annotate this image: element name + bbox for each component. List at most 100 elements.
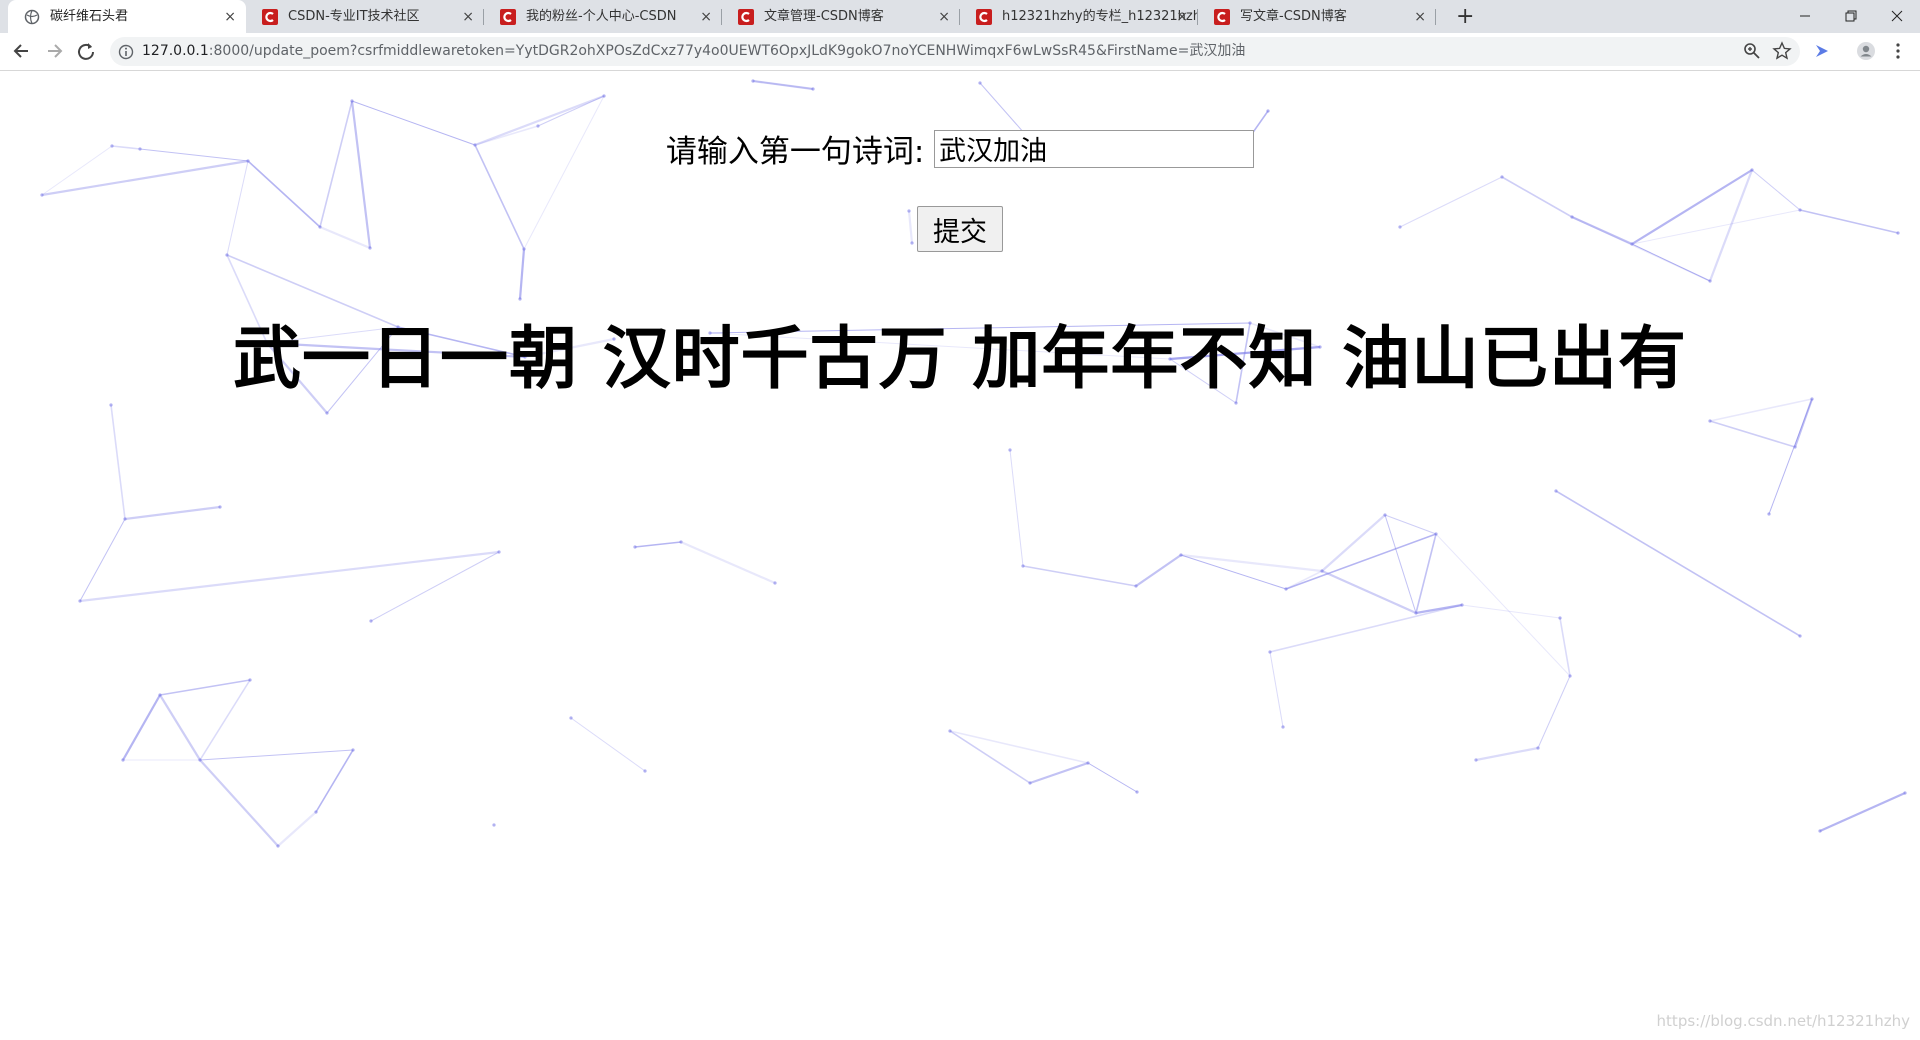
network-node <box>1414 611 1418 615</box>
network-node <box>1708 419 1712 423</box>
network-line <box>949 730 1031 784</box>
network-line <box>1135 554 1182 587</box>
network-node <box>522 247 526 251</box>
page-content: 请输入第一句诗词: 提交 武一日一朝 汉时千古万 加年年不知 油山已出有 htt… <box>0 71 1920 1040</box>
network-node <box>368 246 372 250</box>
info-icon[interactable] <box>118 44 134 60</box>
network-line <box>159 679 251 696</box>
close-icon <box>1891 10 1903 22</box>
watermark: https://blog.csdn.net/h12321hzhy <box>1656 1012 1910 1030</box>
poem-input-label: 请输入第一句诗词: <box>665 134 925 170</box>
close-tab-icon[interactable]: × <box>462 0 474 33</box>
network-line <box>518 248 526 300</box>
network-node <box>1798 634 1802 638</box>
network-node <box>569 716 573 720</box>
network-node <box>1500 175 1504 179</box>
network-node <box>318 225 322 229</box>
network-node <box>978 81 982 85</box>
network-line <box>1029 761 1089 785</box>
network-node <box>1903 791 1907 795</box>
network-line <box>1321 514 1386 572</box>
network-node <box>751 79 755 83</box>
url-text[interactable]: 127.0.0.1:8000/update_poem?csrfmiddlewar… <box>142 37 1245 66</box>
close-window-button[interactable] <box>1874 0 1920 33</box>
csdn-logo-icon <box>976 9 992 25</box>
network-node <box>633 545 637 549</box>
network-line <box>537 95 605 127</box>
reload-icon[interactable] <box>72 37 100 65</box>
address-bar[interactable]: 127.0.0.1:8000/update_poem?csrfmiddlewar… <box>110 37 1800 66</box>
forward-icon[interactable] <box>40 37 68 65</box>
network-line <box>226 160 249 256</box>
network-line <box>1709 420 1796 448</box>
network-node <box>225 253 229 257</box>
network-node <box>1028 781 1032 785</box>
network-line <box>1399 176 1503 228</box>
network-line <box>1751 169 1801 211</box>
network-line <box>1631 209 1801 245</box>
minimize-button[interactable] <box>1782 0 1828 33</box>
network-node <box>948 729 952 733</box>
network-line <box>277 811 317 847</box>
network-node <box>1320 569 1324 573</box>
menu-kebab-icon[interactable] <box>1888 41 1908 61</box>
network-node <box>276 844 280 848</box>
tab-title: 碳纤维石头君 <box>50 9 129 24</box>
network-node <box>518 297 522 301</box>
network-node <box>1383 513 1387 517</box>
network-line <box>949 730 1089 764</box>
network-line <box>124 505 221 521</box>
network-node <box>811 87 815 91</box>
zoom-icon[interactable] <box>1742 41 1762 61</box>
network-line <box>1631 169 1753 245</box>
network-line <box>570 717 646 772</box>
tab-4[interactable]: 文章管理-CSDN博客 × <box>722 0 960 33</box>
tab-6[interactable]: 写文章-CSDN博客 × <box>1198 0 1436 33</box>
network-node <box>1179 553 1183 557</box>
close-tab-icon[interactable]: × <box>1176 0 1188 33</box>
network-node <box>1896 231 1900 235</box>
submit-button[interactable]: 提交 <box>917 206 1003 252</box>
profile-avatar-icon[interactable] <box>1856 41 1876 61</box>
close-tab-icon[interactable]: × <box>938 0 950 33</box>
close-tab-icon[interactable]: × <box>700 0 712 33</box>
network-line <box>1009 449 1024 567</box>
back-icon[interactable] <box>8 37 36 65</box>
network-node <box>351 748 355 752</box>
tab-title: 我的粉丝-个人中心-CSDN <box>526 9 677 24</box>
close-tab-icon[interactable]: × <box>224 0 236 33</box>
network-node <box>121 758 125 762</box>
network-line <box>1415 533 1437 614</box>
bookmark-star-icon[interactable] <box>1772 41 1792 61</box>
network-line <box>634 541 682 548</box>
network-line <box>1269 651 1284 728</box>
tab-3[interactable]: 我的粉丝-个人中心-CSDN × <box>484 0 722 33</box>
extension-icon[interactable] <box>1812 41 1832 61</box>
csdn-logo-icon <box>1214 9 1230 25</box>
csdn-logo-icon <box>738 9 754 25</box>
network-node <box>1008 448 1012 452</box>
network-line <box>1768 398 1813 515</box>
tab-2[interactable]: CSDN-专业IT技术社区 × <box>246 0 484 33</box>
network-line <box>1819 791 1906 833</box>
restore-button[interactable] <box>1828 0 1874 33</box>
network-node <box>1570 215 1574 219</box>
network-line <box>1571 216 1711 282</box>
poem-input[interactable] <box>934 129 1255 168</box>
network-line <box>1799 209 1899 234</box>
network-line <box>1087 762 1138 793</box>
restore-icon <box>1845 10 1857 22</box>
network-node <box>1558 616 1562 620</box>
tab-title: 写文章-CSDN博客 <box>1240 9 1347 24</box>
network-line <box>199 759 279 847</box>
tab-1[interactable]: 碳纤维石头君 × <box>8 0 246 33</box>
network-line <box>1501 176 1573 218</box>
network-line <box>315 749 354 813</box>
close-tab-icon[interactable]: × <box>1414 0 1426 33</box>
network-node <box>1536 746 1540 750</box>
network-node <box>1460 603 1464 607</box>
new-tab-button[interactable]: + <box>1456 4 1474 30</box>
tab-5[interactable]: h12321hzhy的专栏_h12321hzh × <box>960 0 1198 33</box>
network-node <box>369 619 373 623</box>
network-node <box>1708 279 1712 283</box>
